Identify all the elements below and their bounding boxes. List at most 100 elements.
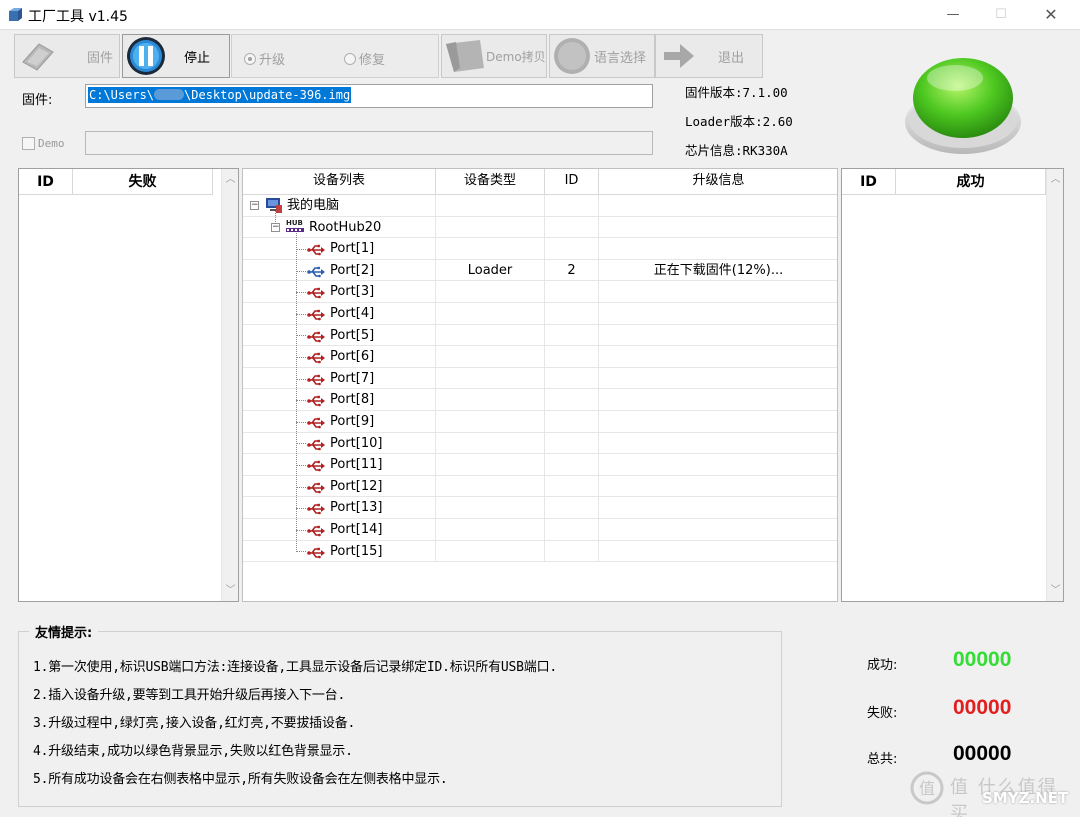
device-cell <box>436 475 545 497</box>
success-col-id[interactable]: ID <box>842 169 896 195</box>
device-cell <box>599 303 837 324</box>
device-col-type[interactable]: 设备类型 <box>436 169 545 195</box>
device-cell <box>545 519 599 540</box>
scroll-down-icon[interactable]: ﹀ <box>222 582 238 599</box>
minimize-button[interactable]: — <box>930 0 976 30</box>
table-row[interactable]: Port[4] <box>243 303 837 325</box>
table-row[interactable]: Port[3] <box>243 281 837 303</box>
table-row[interactable]: Port[15] <box>243 540 837 566</box>
mode-radio-group: 升级 修复 <box>231 34 439 78</box>
device-cell <box>599 195 837 216</box>
device-cell: Port[13] <box>243 497 436 518</box>
firmware-button[interactable]: 固件 <box>14 34 120 78</box>
table-row[interactable]: Port[1] <box>243 238 837 260</box>
tip-item: 2.插入设备升级,要等到工具开始升级后再接入下一台. <box>33 688 346 703</box>
table-row[interactable]: Port[9] <box>243 411 837 433</box>
firmware-path-field[interactable]: C:\Users\ \Desktop\update-396.img <box>85 84 653 108</box>
device-cell <box>599 519 837 540</box>
device-cell <box>599 346 837 367</box>
repair-radio[interactable]: 修复 <box>344 49 385 68</box>
fail-table-scrollbar[interactable]: ︿ ﹀ <box>221 169 238 601</box>
tip-item: 5.所有成功设备会在右侧表格中显示,所有失败设备会在左侧表格中显示. <box>33 772 448 787</box>
table-row[interactable]: Port[2] Loader 2 正在下载固件(12%)... <box>243 259 837 282</box>
device-cell: Port[9] <box>243 411 436 432</box>
port-label: Port[8] <box>330 392 375 408</box>
scroll-up-icon[interactable]: ︿ <box>1047 171 1063 188</box>
tree-line <box>296 270 306 272</box>
device-cell <box>545 475 599 497</box>
tree-line <box>296 313 306 315</box>
success-col-status[interactable]: 成功 <box>896 169 1046 195</box>
tree-row[interactable]: − HUB RootHub20 <box>243 216 837 239</box>
title-bar: 工厂工具 v1.45 — ☐ ✕ <box>0 0 1080 30</box>
tree-hub-label: RootHub20 <box>309 219 382 235</box>
tree-line <box>296 551 306 553</box>
scroll-down-icon[interactable]: ﹀ <box>1047 582 1063 599</box>
upgrade-radio[interactable]: 升级 <box>244 49 285 68</box>
device-cell: 2 <box>545 259 599 281</box>
table-row[interactable]: Port[11] <box>243 454 837 476</box>
tree-line <box>296 335 306 337</box>
port-label: Port[1] <box>330 241 375 257</box>
port-label: Port[6] <box>330 349 375 365</box>
device-cell: Port[6] <box>243 346 436 367</box>
demo-copy-button[interactable]: Demo拷贝 <box>441 34 547 78</box>
exit-button[interactable]: 退出 <box>655 34 763 78</box>
stop-button[interactable]: 停止 <box>122 34 230 78</box>
table-row[interactable]: Port[10] <box>243 432 837 455</box>
scroll-up-icon[interactable]: ︿ <box>222 171 238 188</box>
device-cell <box>436 216 545 238</box>
device-cell <box>436 497 545 518</box>
tree-line <box>296 421 306 423</box>
demo-checkbox[interactable]: Demo <box>22 137 65 150</box>
table-row[interactable]: Port[6] <box>243 346 837 368</box>
firmware-path-selection: C:\Users\ \Desktop\update-396.img <box>88 87 352 103</box>
tips-title: 友情提示: <box>29 622 99 641</box>
watermark: 值 值 什么值得买 SMYZ.NET <box>910 765 1075 817</box>
tree-row[interactable]: − 我的电脑 <box>243 195 837 217</box>
device-cell <box>545 346 599 367</box>
table-row[interactable]: Port[12] <box>243 475 837 498</box>
device-col-info[interactable]: 升级信息 <box>599 169 837 195</box>
collapse-icon[interactable]: − <box>250 201 259 210</box>
watermark-url: SMYZ.NET <box>982 789 1069 807</box>
device-cell <box>436 519 545 540</box>
language-button[interactable]: 语言选择 <box>549 34 655 78</box>
port-label: Port[7] <box>330 370 375 386</box>
app-icon <box>9 8 22 21</box>
close-button[interactable]: ✕ <box>1028 0 1074 30</box>
device-cell <box>599 497 837 518</box>
success-table-scrollbar[interactable]: ︿ ﹀ <box>1046 169 1063 601</box>
device-cell <box>545 238 599 259</box>
usb-port-icon <box>307 545 325 566</box>
device-cell <box>599 476 837 497</box>
svg-text:值: 值 <box>919 779 935 798</box>
tips-group: 友情提示: 1.第一次使用,标识USB端口方法:连接设备,工具显示设备后记录绑定… <box>18 622 782 807</box>
fail-col-status[interactable]: 失败 <box>73 169 213 195</box>
table-row[interactable]: Port[5] <box>243 324 837 347</box>
device-col-id[interactable]: ID <box>545 169 599 195</box>
table-row[interactable]: Port[13] <box>243 497 837 519</box>
device-cell: Port[12] <box>243 475 436 497</box>
device-cell <box>436 367 545 389</box>
device-col-list[interactable]: 设备列表 <box>243 169 436 195</box>
device-cell <box>545 540 599 562</box>
tree-line <box>296 292 306 294</box>
redacted-username <box>154 89 185 100</box>
maximize-button[interactable]: ☐ <box>978 0 1024 30</box>
device-cell <box>545 411 599 432</box>
device-cell: Port[2] <box>243 259 436 281</box>
table-row[interactable]: Port[14] <box>243 519 837 541</box>
table-row[interactable]: Port[8] <box>243 389 837 411</box>
device-cell <box>599 541 837 562</box>
pause-icon <box>127 37 165 75</box>
port-label: Port[9] <box>330 414 375 429</box>
device-cell: Loader <box>436 259 545 281</box>
device-cell <box>599 325 837 346</box>
fail-col-id[interactable]: ID <box>19 169 73 195</box>
device-cell <box>545 281 599 302</box>
device-cell: Port[11] <box>243 454 436 475</box>
table-row[interactable]: Port[7] <box>243 367 837 390</box>
tree-line <box>296 378 306 380</box>
device-cell <box>599 238 837 259</box>
